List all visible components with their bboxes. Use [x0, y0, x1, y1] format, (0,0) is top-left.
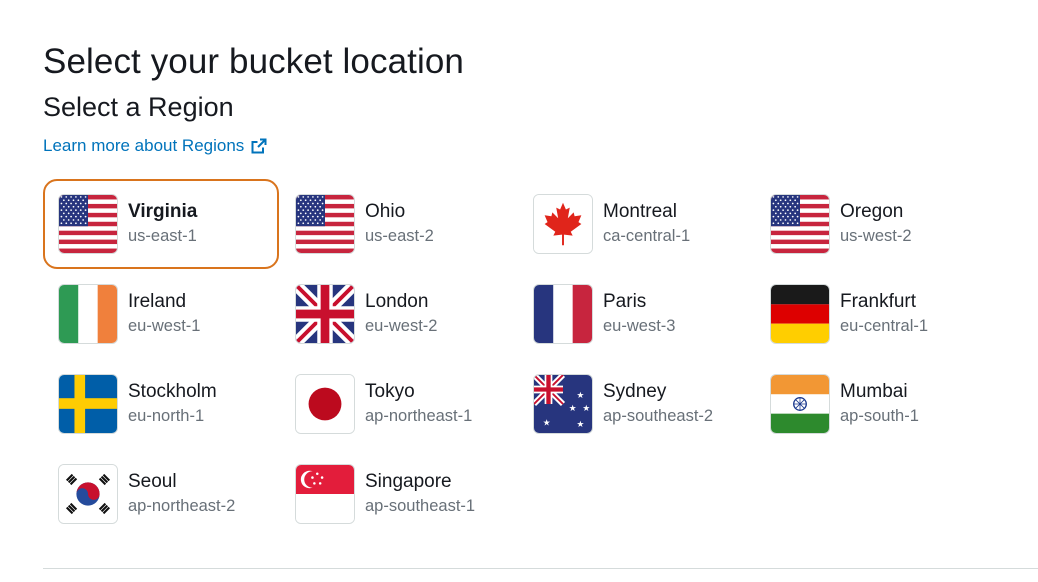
section-title: Select a Region: [43, 92, 234, 122]
uk-flag-icon: [295, 284, 355, 344]
region-card-montreal[interactable]: Montreal ca-central-1: [518, 179, 754, 269]
svg-text:★: ★: [543, 418, 551, 428]
region-card-ireland[interactable]: Ireland eu-west-1: [43, 269, 279, 359]
region-name: Tokyo: [365, 381, 415, 402]
region-name: Singapore: [365, 471, 452, 492]
region-grid: Virginia us-east-1 Ohio us-east-2 Montre…: [43, 179, 1003, 539]
region-name: Oregon: [840, 201, 904, 222]
region-code: us-east-1: [128, 227, 197, 245]
region-code: us-east-2: [365, 227, 434, 245]
region-code: eu-west-2: [365, 317, 438, 335]
india-flag-icon: [770, 374, 830, 434]
region-card-virginia[interactable]: Virginia us-east-1: [43, 179, 279, 269]
region-name: Ohio: [365, 201, 406, 222]
region-code: ap-northeast-1: [365, 407, 473, 425]
region-card-london[interactable]: London eu-west-2: [280, 269, 516, 359]
region-card-oregon[interactable]: Oregon us-west-2: [755, 179, 991, 269]
region-card-frankfurt[interactable]: Frankfurt eu-central-1: [755, 269, 991, 359]
region-code: eu-west-1: [128, 317, 201, 335]
usa-flag-icon: [295, 194, 355, 254]
region-card-paris[interactable]: Paris eu-west-3: [518, 269, 754, 359]
region-name: Paris: [603, 291, 647, 312]
region-name: Stockholm: [128, 381, 217, 402]
ireland-flag-icon: [58, 284, 118, 344]
region-name: Montreal: [603, 201, 677, 222]
sweden-flag-icon: [58, 374, 118, 434]
region-name: Virginia: [128, 201, 198, 222]
canada-flag-icon: [533, 194, 593, 254]
region-card-stockholm[interactable]: Stockholm eu-north-1: [43, 359, 279, 449]
region-code: ap-northeast-2: [128, 497, 236, 515]
learn-more-label: Learn more about Regions: [43, 136, 245, 155]
region-card-sydney[interactable]: ★ ★ ★ ★ ★ Sydney ap-southeast-2: [518, 359, 754, 449]
page-title: Select your bucket location: [43, 42, 464, 81]
svg-text:★: ★: [577, 391, 585, 401]
region-name: Mumbai: [840, 381, 908, 402]
singapore-flag-icon: [295, 464, 355, 524]
region-code: ap-south-1: [840, 407, 919, 425]
region-card-ohio[interactable]: Ohio us-east-2: [280, 179, 516, 269]
region-code: ap-southeast-1: [365, 497, 476, 515]
svg-text:★: ★: [577, 420, 585, 430]
germany-flag-icon: [770, 284, 830, 344]
region-name: Ireland: [128, 291, 187, 312]
region-name: Sydney: [603, 381, 667, 402]
france-flag-icon: [533, 284, 593, 344]
region-code: us-west-2: [840, 227, 912, 245]
region-code: eu-west-3: [603, 317, 676, 335]
region-card-seoul[interactable]: Seoul ap-northeast-2: [43, 449, 279, 539]
learn-more-regions-link[interactable]: Learn more about Regions: [43, 136, 267, 156]
region-code: ca-central-1: [603, 227, 691, 245]
region-card-singapore[interactable]: Singapore ap-southeast-1: [280, 449, 516, 539]
usa-flag-icon: [770, 194, 830, 254]
section-divider: [43, 568, 1038, 569]
external-link-icon: [251, 138, 267, 154]
region-code: eu-central-1: [840, 317, 929, 335]
region-name: London: [365, 291, 429, 312]
svg-text:★: ★: [582, 404, 590, 414]
region-name: Seoul: [128, 471, 177, 492]
region-name: Frankfurt: [840, 291, 917, 312]
south-korea-flag-icon: [58, 464, 118, 524]
region-code: eu-north-1: [128, 407, 205, 425]
region-code: ap-southeast-2: [603, 407, 714, 425]
svg-text:★: ★: [569, 404, 577, 414]
usa-flag-icon: [58, 194, 118, 254]
japan-flag-icon: [295, 374, 355, 434]
region-card-tokyo[interactable]: Tokyo ap-northeast-1: [280, 359, 516, 449]
australia-flag-icon: ★ ★ ★ ★ ★: [533, 374, 593, 434]
region-card-mumbai[interactable]: Mumbai ap-south-1: [755, 359, 991, 449]
